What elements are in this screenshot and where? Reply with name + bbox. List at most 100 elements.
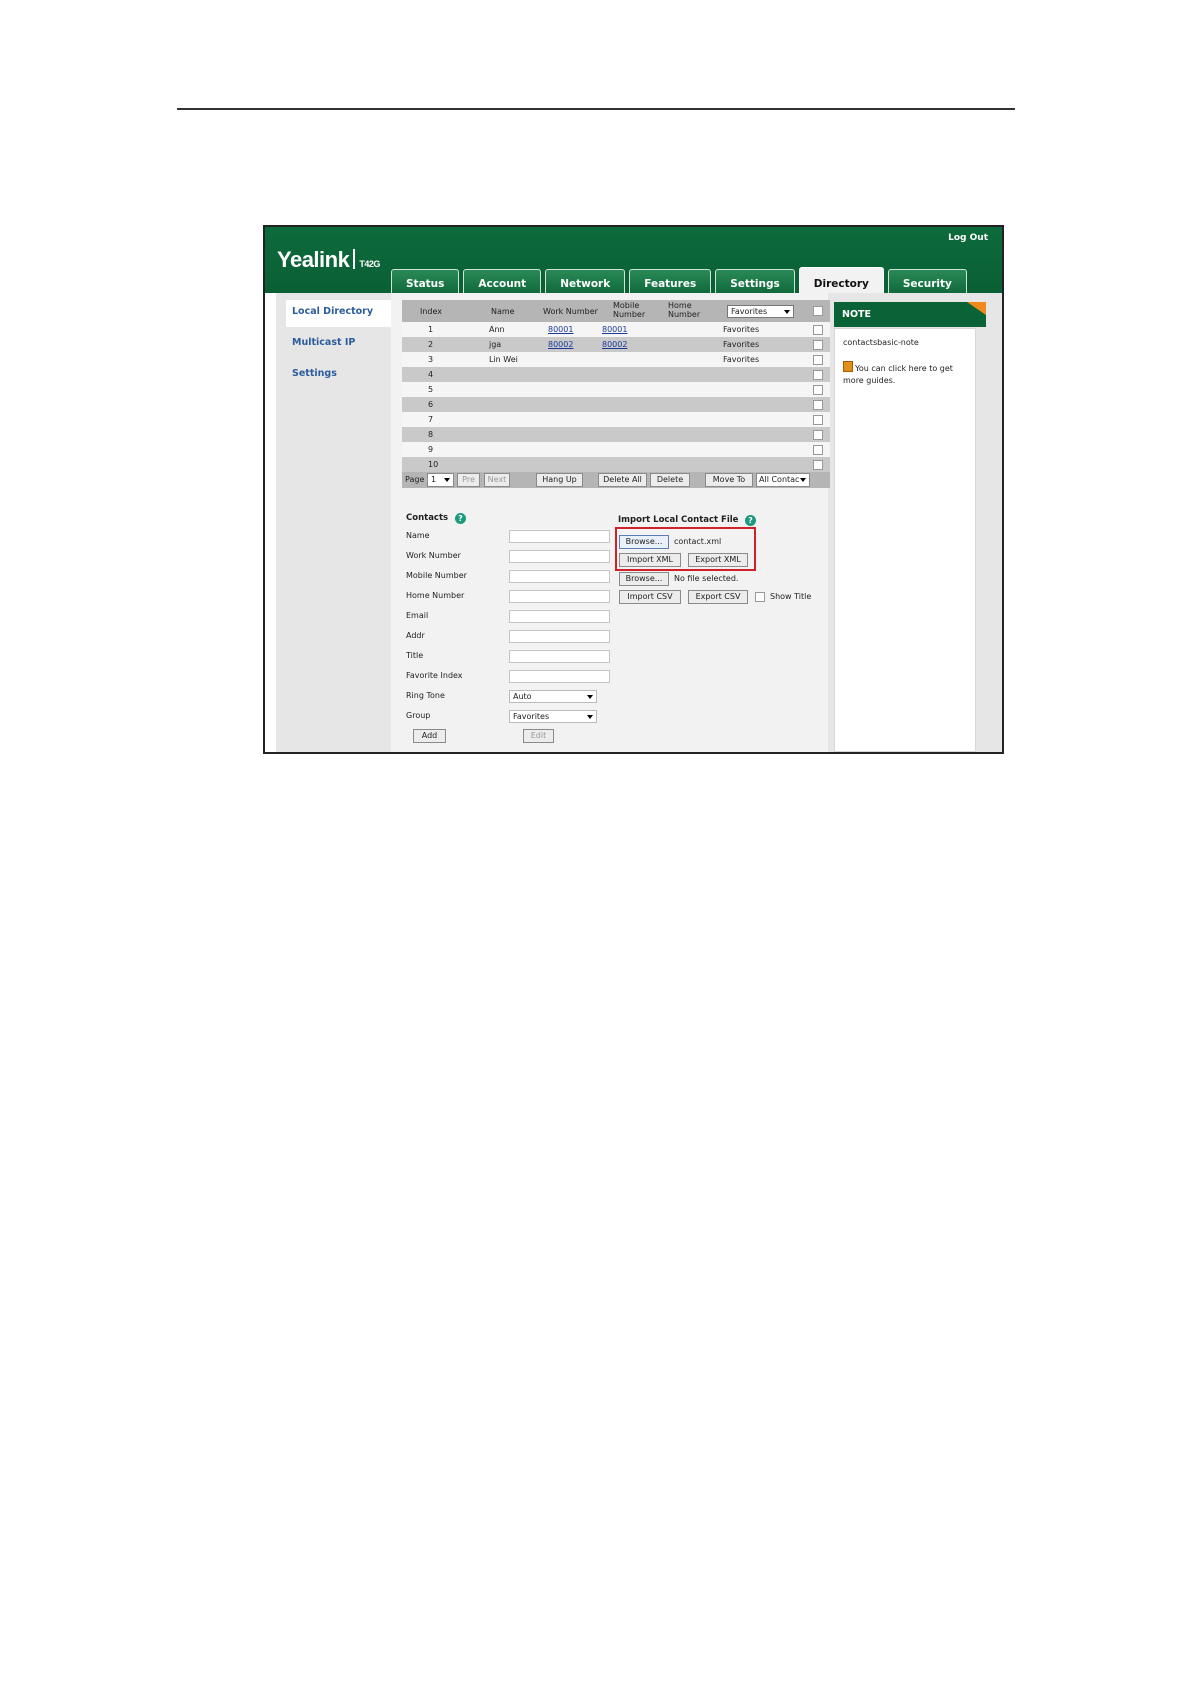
table-row[interactable]: 5 bbox=[402, 382, 830, 397]
sidebar-item-local-directory[interactable]: Local Directory bbox=[286, 300, 391, 327]
cell-index: 7 bbox=[428, 415, 434, 424]
row-checkbox[interactable] bbox=[813, 415, 823, 425]
main-tabs: Status Account Network Features Settings… bbox=[391, 267, 967, 293]
cell-index: 2 bbox=[428, 340, 434, 349]
tab-directory[interactable]: Directory bbox=[798, 267, 884, 293]
cell-index: 1 bbox=[428, 325, 434, 334]
mobile-number-input[interactable] bbox=[509, 570, 610, 583]
cell-mobile-number[interactable]: 80001 bbox=[602, 325, 627, 334]
cell-index: 8 bbox=[428, 430, 434, 439]
import-csv-button[interactable]: Import CSV bbox=[619, 590, 681, 604]
tab-account[interactable]: Account bbox=[463, 269, 542, 293]
cell-work-number[interactable]: 80001 bbox=[548, 325, 573, 334]
row-checkbox[interactable] bbox=[813, 400, 823, 410]
next-page-button[interactable]: Next bbox=[484, 473, 510, 487]
table-row[interactable]: 7 bbox=[402, 412, 830, 427]
note-guide-link[interactable]: You can click here to get more guides. bbox=[843, 361, 967, 387]
sidebar: Local Directory Multicast IP Settings bbox=[276, 300, 391, 389]
row-checkbox[interactable] bbox=[813, 325, 823, 335]
table-row[interactable]: 6 bbox=[402, 397, 830, 412]
table-row[interactable]: 10 bbox=[402, 457, 830, 472]
help-icon[interactable]: ? bbox=[745, 515, 756, 526]
sidebar-item-multicast-ip[interactable]: Multicast IP bbox=[276, 331, 391, 358]
sidebar-item-settings[interactable]: Settings bbox=[276, 362, 391, 389]
move-to-button[interactable]: Move To bbox=[705, 473, 753, 487]
csv-file-name: No file selected. bbox=[674, 574, 739, 583]
home-number-input[interactable] bbox=[509, 590, 610, 603]
table-row[interactable]: 9 bbox=[402, 442, 830, 457]
favorite-index-input[interactable] bbox=[509, 670, 610, 683]
cell-work-number[interactable]: 80002 bbox=[548, 340, 573, 349]
note-corner-flag bbox=[967, 302, 986, 315]
group-select[interactable]: Favorites bbox=[509, 710, 597, 723]
import-title: Import Local Contact File bbox=[618, 515, 739, 525]
tab-status[interactable]: Status bbox=[391, 269, 460, 293]
title-input[interactable] bbox=[509, 650, 610, 663]
cell-index: 10 bbox=[428, 460, 439, 469]
table-row[interactable]: 8 bbox=[402, 427, 830, 442]
row-checkbox[interactable] bbox=[813, 340, 823, 350]
label-mobile-number: Mobile Number bbox=[406, 571, 467, 580]
cell-mobile-number[interactable]: 80002 bbox=[602, 340, 627, 349]
page-select[interactable]: 1 bbox=[427, 473, 454, 487]
note-body: contactsbasic-note You can click here to… bbox=[834, 328, 976, 752]
name-input[interactable] bbox=[509, 530, 610, 543]
row-checkbox[interactable] bbox=[813, 460, 823, 470]
guide-icon bbox=[843, 361, 853, 372]
tab-settings[interactable]: Settings bbox=[715, 269, 795, 293]
row-checkbox[interactable] bbox=[813, 430, 823, 440]
row-checkbox[interactable] bbox=[813, 370, 823, 380]
group-filter-select[interactable]: Favorites bbox=[727, 305, 794, 318]
table-row[interactable]: 1 Ann 80001 80001 Favorites bbox=[402, 322, 830, 337]
cell-group: Favorites bbox=[723, 325, 760, 334]
help-icon[interactable]: ? bbox=[455, 513, 466, 524]
chevron-down-icon bbox=[784, 310, 790, 314]
label-favorite-index: Favorite Index bbox=[406, 671, 463, 680]
page-rule bbox=[177, 108, 1015, 110]
delete-button[interactable]: Delete bbox=[650, 473, 690, 487]
tab-features[interactable]: Features bbox=[629, 269, 712, 293]
chevron-down-icon bbox=[587, 715, 593, 719]
cell-index: 5 bbox=[428, 385, 434, 394]
move-target-select[interactable]: All Contac bbox=[756, 473, 810, 487]
logout-link[interactable]: Log Out bbox=[948, 233, 988, 243]
delete-all-button[interactable]: Delete All bbox=[598, 473, 647, 487]
table-header: Index Name Work Number Mobile Number Hom… bbox=[402, 300, 830, 322]
select-all-checkbox[interactable] bbox=[813, 306, 823, 316]
row-checkbox[interactable] bbox=[813, 355, 823, 365]
row-checkbox[interactable] bbox=[813, 445, 823, 455]
table-row[interactable]: 3 Lin Wei Favorites bbox=[402, 352, 830, 367]
chevron-down-icon bbox=[587, 695, 593, 699]
tab-security[interactable]: Security bbox=[887, 269, 967, 293]
xml-file-name: contact.xml bbox=[674, 537, 722, 546]
add-button[interactable]: Add bbox=[413, 729, 446, 743]
import-xml-button[interactable]: Import XML bbox=[619, 553, 681, 567]
email-input[interactable] bbox=[509, 610, 610, 623]
edit-button[interactable]: Edit bbox=[523, 729, 554, 743]
row-checkbox[interactable] bbox=[813, 385, 823, 395]
screenshot-frame: Yealink T42G Log Out Status Account Netwo… bbox=[263, 225, 1004, 754]
table-pager: Page 1 Pre Next Hang Up Delete All Delet… bbox=[402, 472, 830, 488]
export-csv-button[interactable]: Export CSV bbox=[688, 590, 748, 604]
browse-csv-button[interactable]: Browse... bbox=[619, 572, 669, 586]
chevron-down-icon bbox=[800, 478, 806, 482]
tab-network[interactable]: Network bbox=[545, 269, 626, 293]
label-work-number: Work Number bbox=[406, 551, 461, 560]
table-row[interactable]: 2 jga 80002 80002 Favorites bbox=[402, 337, 830, 352]
label-addr: Addr bbox=[406, 631, 425, 640]
export-xml-button[interactable]: Export XML bbox=[688, 553, 748, 567]
col-home-number: Home Number bbox=[668, 301, 701, 319]
addr-input[interactable] bbox=[509, 630, 610, 643]
table-row[interactable]: 4 bbox=[402, 367, 830, 382]
work-number-input[interactable] bbox=[509, 550, 610, 563]
show-title-checkbox[interactable] bbox=[755, 592, 765, 602]
ring-tone-select[interactable]: Auto bbox=[509, 690, 597, 703]
yealink-logo: Yealink T42G bbox=[277, 247, 380, 272]
hang-up-button[interactable]: Hang Up bbox=[536, 473, 583, 487]
col-name: Name bbox=[491, 307, 515, 316]
note-text: contactsbasic-note bbox=[843, 338, 919, 347]
prev-page-button[interactable]: Pre bbox=[457, 473, 480, 487]
browse-xml-button[interactable]: Browse... bbox=[619, 535, 669, 549]
cell-index: 9 bbox=[428, 445, 434, 454]
cell-index: 6 bbox=[428, 400, 434, 409]
